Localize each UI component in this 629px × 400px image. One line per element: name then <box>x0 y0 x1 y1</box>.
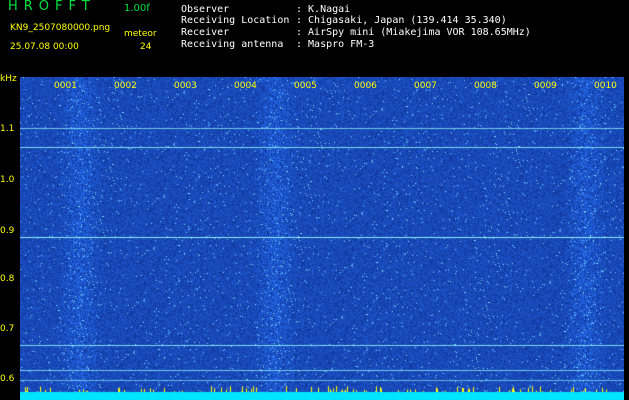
antenna-label: Receiving antenna <box>181 39 284 50</box>
x-tick-0010: 0010 <box>594 81 617 91</box>
x-tick-0003: 0003 <box>174 81 197 91</box>
app-version: 1.00f <box>124 3 150 14</box>
y-tick-0-6: 0.6 <box>0 374 15 384</box>
x-tick-0004: 0004 <box>234 81 257 91</box>
y-axis-unit: kHz <box>0 74 17 84</box>
y-tick-1-0: 1.0 <box>0 175 15 185</box>
receiver-label: Receiver <box>181 27 230 38</box>
x-tick-0001: 0001 <box>54 81 77 91</box>
receiver-value: : AirSpy mini (Miakejima VOR 108.65MHz) <box>296 27 531 38</box>
x-tick-0006: 0006 <box>354 81 377 91</box>
file-name: KN9_2507080000.png <box>10 23 111 33</box>
location-value: : Chigasaki, Japan (139.414 35.340) <box>296 15 507 26</box>
x-tick-0009: 0009 <box>534 81 557 91</box>
spectrogram-canvas <box>20 77 624 400</box>
y-tick-0-7: 0.7 <box>0 324 15 334</box>
file-datetime: 25.07.08 00:00 <box>10 42 79 52</box>
y-tick-0-9: 0.9 <box>0 226 15 236</box>
app-title: HROFFT <box>8 0 96 14</box>
y-tick-0-8: 0.8 <box>0 274 15 284</box>
antenna-value: : Maspro FM-3 <box>296 39 375 50</box>
x-tick-0005: 0005 <box>294 81 317 91</box>
y-tick-1-1: 1.1 <box>0 124 15 134</box>
location-label: Receiving Location <box>181 15 290 26</box>
meteor-label: meteor <box>124 29 157 39</box>
x-tick-0008: 0008 <box>474 81 497 91</box>
hrofft-window: HROFFT 1.00f KN9_2507080000.png 25.07.08… <box>0 0 629 400</box>
meteor-count: 24 <box>140 42 152 52</box>
x-tick-0007: 0007 <box>414 81 437 91</box>
x-tick-0002: 0002 <box>114 81 137 91</box>
